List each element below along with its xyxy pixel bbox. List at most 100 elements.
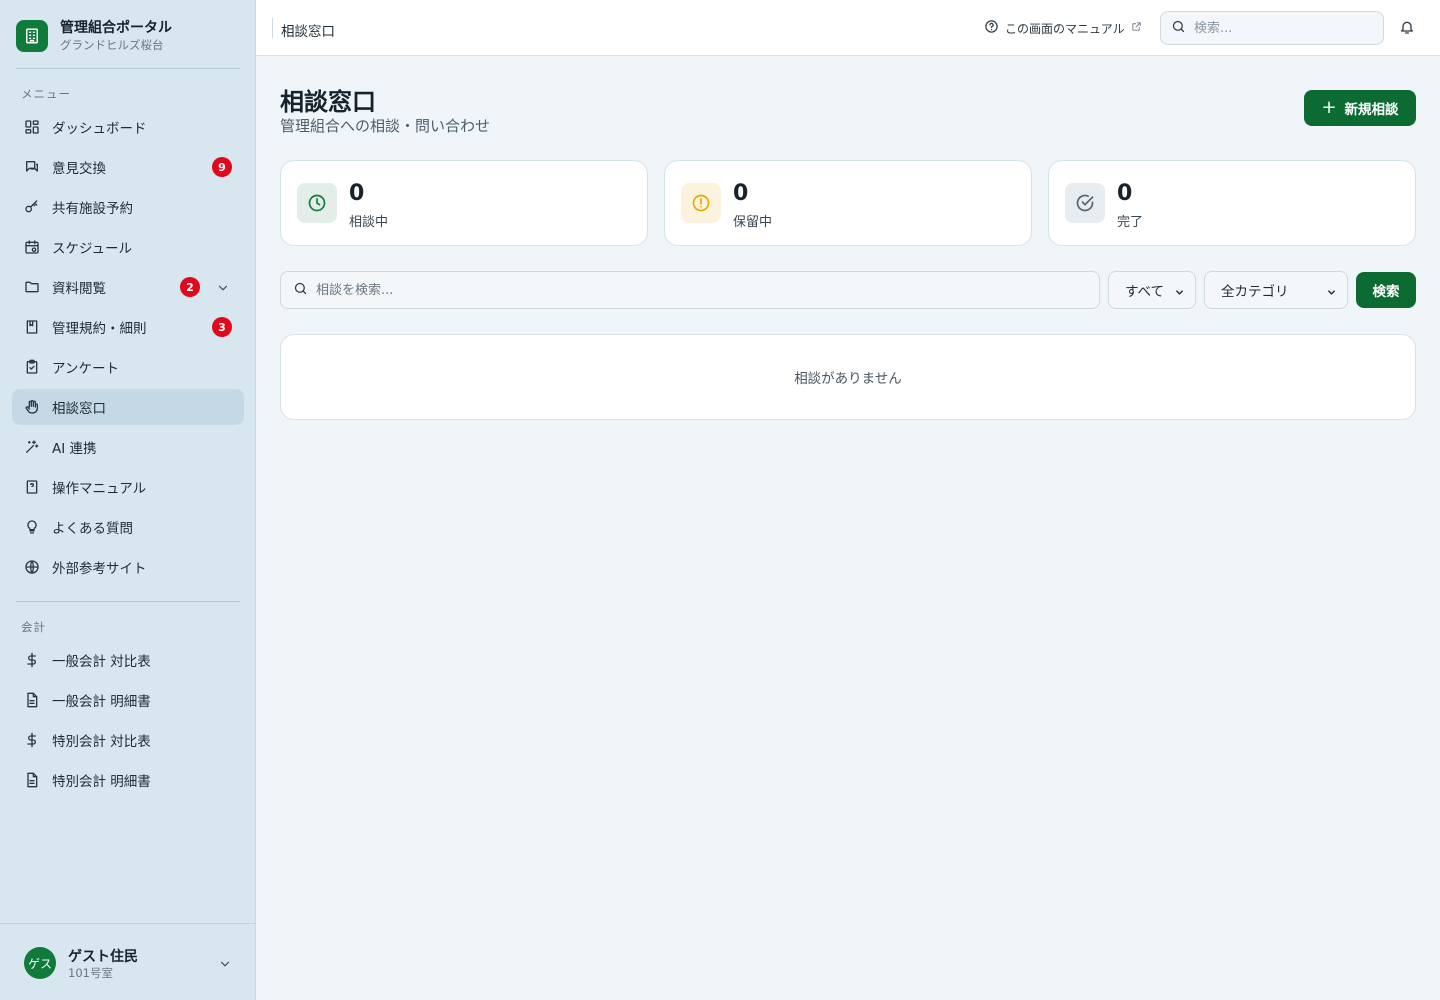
dollar-icon — [24, 652, 40, 668]
brand-subtitle: グランドヒルズ桜台 — [60, 37, 164, 52]
chevron-down-icon[interactable] — [218, 956, 232, 975]
page-subtitle: 管理組合への相談・問い合わせ — [280, 117, 491, 135]
clock-icon — [297, 183, 337, 223]
header-divider — [272, 18, 273, 38]
global-search-input[interactable] — [1194, 20, 1374, 36]
top-header: 相談窓口 この画面のマニュアル — [256, 0, 1440, 56]
status-filter-value: すべて — [1125, 284, 1165, 300]
sidebar-item-label: 外部参考サイト — [52, 561, 147, 577]
sidebar-item-label: 特別会計 明細書 — [52, 774, 151, 790]
sidebar-item-label: ダッシュボード — [52, 121, 147, 137]
sidebar-item-general-comparison[interactable]: 一般会計 対比表 — [12, 642, 244, 678]
sidebar-item-rules[interactable]: 管理規約・細則 3 — [12, 309, 244, 345]
lightbulb-icon — [24, 519, 40, 535]
folder-icon — [24, 279, 40, 295]
document-icon — [24, 692, 40, 708]
sidebar-item-label: 相談窓口 — [52, 401, 106, 417]
global-search[interactable] — [1160, 11, 1384, 45]
stat-value: 0 — [349, 181, 365, 206]
sparkle-icon — [24, 439, 40, 455]
stat-label: 相談中 — [349, 215, 389, 230]
chat-icon — [24, 159, 40, 175]
alert-icon — [681, 183, 721, 223]
sidebar-divider — [16, 601, 240, 602]
sidebar-item-label: 管理規約・細則 — [52, 321, 147, 337]
user-name: ゲスト住民 — [68, 949, 138, 965]
search-icon — [293, 281, 308, 300]
sidebar-item-survey[interactable]: アンケート — [12, 349, 244, 385]
hand-icon — [24, 399, 40, 415]
external-link-icon — [1131, 21, 1142, 35]
category-filter-select[interactable]: 全カテゴリ — [1204, 271, 1348, 309]
manual-icon — [24, 479, 40, 495]
sidebar-item-label: 一般会計 対比表 — [52, 654, 151, 670]
plus-icon: + — [1321, 97, 1337, 118]
manual-link[interactable]: この画面のマニュアル — [984, 19, 1142, 37]
category-filter-value: 全カテゴリ — [1221, 284, 1289, 300]
avatar: ゲス — [24, 947, 56, 979]
sidebar-item-general-statement[interactable]: 一般会計 明細書 — [12, 682, 244, 718]
sidebar-item-manual[interactable]: 操作マニュアル — [12, 469, 244, 505]
user-menu[interactable]: ゲス ゲスト住民 101号室 — [0, 923, 256, 1000]
sidebar-item-label: 意見交換 — [52, 161, 106, 177]
calendar-icon — [24, 239, 40, 255]
dollar-icon — [24, 732, 40, 748]
sidebar: 管理組合ポータル グランドヒルズ桜台 メニュー ダッシュボード 意見交換 9 共… — [0, 0, 256, 1000]
consultation-search-input[interactable] — [316, 282, 1076, 298]
empty-message: 相談がありません — [794, 371, 902, 387]
sidebar-item-documents[interactable]: 資料閲覧 2 — [12, 269, 244, 305]
unread-badge: 2 — [180, 277, 200, 297]
unread-badge: 9 — [212, 157, 232, 177]
bell-icon[interactable] — [1399, 19, 1415, 39]
help-icon — [984, 19, 999, 37]
sidebar-item-external-sites[interactable]: 外部参考サイト — [12, 549, 244, 585]
sidebar-item-ai[interactable]: AI 連携 — [12, 429, 244, 465]
dashboard-icon — [24, 119, 40, 135]
breadcrumb: 相談窓口 — [281, 24, 335, 40]
sidebar-item-opinions[interactable]: 意見交換 9 — [12, 149, 244, 185]
stat-value: 0 — [1117, 181, 1133, 206]
sidebar-item-label: 共有施設予約 — [52, 201, 133, 217]
sidebar-item-dashboard[interactable]: ダッシュボード — [12, 109, 244, 145]
search-icon — [1171, 19, 1186, 38]
sidebar-item-schedule[interactable]: スケジュール — [12, 229, 244, 265]
sidebar-item-label: よくある質問 — [52, 521, 133, 537]
chevron-down-icon — [1174, 286, 1185, 302]
sidebar-item-consultation[interactable]: 相談窓口 — [12, 389, 244, 425]
status-filter-select[interactable]: すべて — [1108, 271, 1196, 309]
sidebar-item-label: スケジュール — [52, 241, 133, 257]
sidebar-item-label: アンケート — [52, 361, 119, 377]
sidebar-item-facility-booking[interactable]: 共有施設予約 — [12, 189, 244, 225]
building-icon — [16, 20, 48, 52]
chevron-down-icon[interactable] — [216, 280, 230, 299]
chevron-down-icon — [1326, 286, 1337, 302]
new-consultation-label: 新規相談 — [1344, 102, 1399, 118]
sidebar-item-label: AI 連携 — [52, 441, 97, 457]
clipboard-icon — [24, 359, 40, 375]
stat-value: 0 — [733, 181, 749, 206]
sidebar-item-special-statement[interactable]: 特別会計 明細書 — [12, 762, 244, 798]
user-room: 101号室 — [68, 966, 113, 980]
sidebar-item-label: 資料閲覧 — [52, 281, 106, 297]
stat-card-in-progress: 0 相談中 — [280, 160, 648, 246]
brand[interactable]: 管理組合ポータル グランドヒルズ桜台 — [16, 18, 246, 54]
key-icon — [24, 199, 40, 215]
document-icon — [24, 772, 40, 788]
search-button[interactable]: 検索 — [1356, 272, 1416, 308]
sidebar-item-label: 特別会計 対比表 — [52, 734, 151, 750]
page-title: 相談窓口 — [280, 88, 376, 116]
consultation-search[interactable] — [280, 271, 1100, 309]
sidebar-item-special-comparison[interactable]: 特別会計 対比表 — [12, 722, 244, 758]
globe-icon — [24, 559, 40, 575]
unread-badge: 3 — [212, 317, 232, 337]
sidebar-item-label: 一般会計 明細書 — [52, 694, 151, 710]
menu-heading: メニュー — [21, 87, 71, 101]
sidebar-item-faq[interactable]: よくある質問 — [12, 509, 244, 545]
new-consultation-button[interactable]: + 新規相談 — [1304, 90, 1416, 126]
stat-card-on-hold: 0 保留中 — [664, 160, 1032, 246]
stat-label: 完了 — [1117, 215, 1144, 230]
book-icon — [24, 319, 40, 335]
brand-title: 管理組合ポータル — [60, 19, 172, 36]
stat-card-completed: 0 完了 — [1048, 160, 1416, 246]
check-circle-icon — [1065, 183, 1105, 223]
